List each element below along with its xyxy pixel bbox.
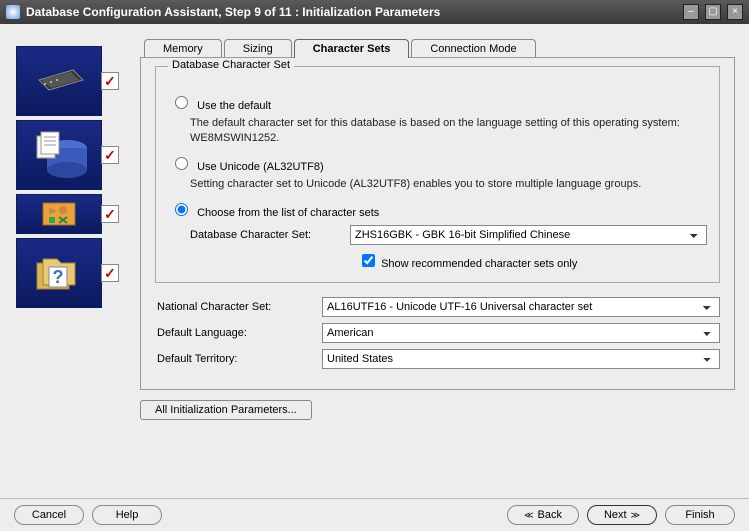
wizard-steps-sidebar: ✓ ✓ ✓ ? ✓ xyxy=(0,24,110,498)
default-territory-label: Default Territory: xyxy=(157,353,312,365)
national-charset-row: National Character Set: AL16UTF16 - Unic… xyxy=(157,297,720,317)
next-button[interactable]: Next≫ xyxy=(587,505,657,525)
finish-button[interactable]: Finish xyxy=(665,505,735,525)
close-button[interactable]: × xyxy=(727,4,743,20)
radio-use-default-row: Use the default xyxy=(170,93,707,112)
national-charset-select[interactable]: AL16UTF16 - Unicode UTF-16 Universal cha… xyxy=(322,297,720,317)
db-charset-legend: Database Character Set xyxy=(168,59,294,71)
show-recommended-row: Show recommended character sets only xyxy=(358,251,707,270)
radio-choose-input[interactable] xyxy=(175,203,188,216)
step-1-icon: ✓ xyxy=(16,46,102,116)
step-1-check-icon: ✓ xyxy=(101,72,119,90)
default-language-select[interactable]: American xyxy=(322,323,720,343)
radio-unicode[interactable]: Use Unicode (AL32UTF8) xyxy=(170,161,324,173)
national-charset-label: National Character Set: xyxy=(157,301,312,313)
tabs-row: Memory Sizing Character Sets Connection … xyxy=(140,38,735,57)
radio-choose-row: Choose from the list of character sets xyxy=(170,200,707,219)
tab-character-sets[interactable]: Character Sets xyxy=(294,39,410,58)
radio-unicode-desc: Setting character set to Unicode (AL32UT… xyxy=(190,177,707,192)
step-4-icon: ? ✓ xyxy=(16,238,102,308)
radio-use-default-label: Use the default xyxy=(197,100,271,112)
wizard-footer: Cancel Help ≪Back Next≫ Finish xyxy=(0,498,749,531)
chevron-left-icon: ≪ xyxy=(524,510,533,521)
back-button[interactable]: ≪Back xyxy=(507,505,579,525)
db-charset-row: Database Character Set: ZHS16GBK - GBK 1… xyxy=(190,225,707,245)
step-4-check-icon: ✓ xyxy=(101,264,119,282)
step-2-check-icon: ✓ xyxy=(101,146,119,164)
show-recommended[interactable]: Show recommended character sets only xyxy=(358,251,577,270)
radio-unicode-label: Use Unicode (AL32UTF8) xyxy=(197,161,324,173)
default-territory-row: Default Territory: United States xyxy=(157,349,720,369)
radio-use-default-desc: The default character set for this datab… xyxy=(190,116,707,146)
default-language-label: Default Language: xyxy=(157,327,312,339)
step-3-check-icon: ✓ xyxy=(101,205,119,223)
radio-use-default[interactable]: Use the default xyxy=(170,100,271,112)
tab-sizing[interactable]: Sizing xyxy=(224,39,292,58)
db-charset-select[interactable]: ZHS16GBK - GBK 16-bit Simplified Chinese xyxy=(350,225,707,245)
default-language-row: Default Language: American xyxy=(157,323,720,343)
cancel-button[interactable]: Cancel xyxy=(14,505,84,525)
window-title: Database Configuration Assistant, Step 9… xyxy=(26,5,677,19)
radio-use-default-input[interactable] xyxy=(175,96,188,109)
app-icon xyxy=(6,5,20,19)
step-3-icon: ✓ xyxy=(16,194,102,234)
minimize-button[interactable]: – xyxy=(683,4,699,20)
title-bar: Database Configuration Assistant, Step 9… xyxy=(0,0,749,24)
chevron-right-icon: ≫ xyxy=(631,510,640,521)
maximize-button[interactable]: ▢ xyxy=(705,4,721,20)
tab-connection-mode[interactable]: Connection Mode xyxy=(411,39,535,58)
svg-text:?: ? xyxy=(53,267,64,287)
show-recommended-label: Show recommended character sets only xyxy=(381,258,577,270)
character-sets-panel: Database Character Set Use the default T… xyxy=(140,57,735,390)
radio-choose[interactable]: Choose from the list of character sets xyxy=(170,207,379,219)
radio-choose-label: Choose from the list of character sets xyxy=(197,207,379,219)
help-button[interactable]: Help xyxy=(92,505,162,525)
db-charset-label: Database Character Set: xyxy=(190,229,340,241)
tab-memory[interactable]: Memory xyxy=(144,39,222,58)
default-territory-select[interactable]: United States xyxy=(322,349,720,369)
all-init-params-button[interactable]: All Initialization Parameters... xyxy=(140,400,312,420)
radio-unicode-input[interactable] xyxy=(175,157,188,170)
db-charset-fieldset: Database Character Set Use the default T… xyxy=(155,66,720,283)
radio-unicode-row: Use Unicode (AL32UTF8) xyxy=(170,154,707,173)
step-2-icon: ✓ xyxy=(16,120,102,190)
show-recommended-checkbox[interactable] xyxy=(362,254,375,267)
